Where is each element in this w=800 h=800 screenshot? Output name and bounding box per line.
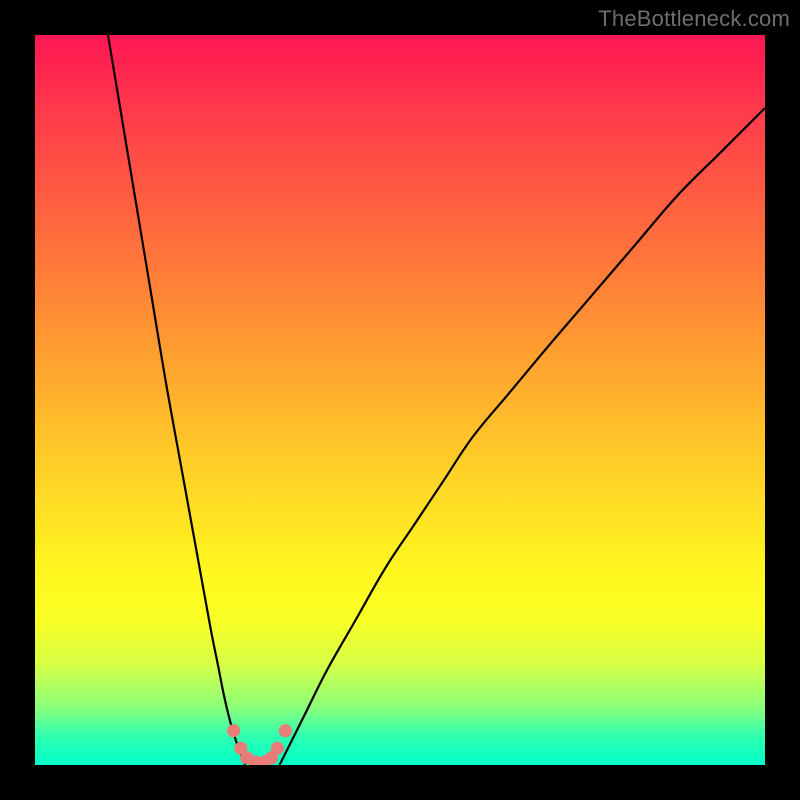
chart-frame: TheBottleneck.com bbox=[0, 0, 800, 800]
plot-area bbox=[35, 35, 765, 765]
watermark-text: TheBottleneck.com bbox=[598, 6, 790, 32]
valley-marker bbox=[279, 724, 292, 737]
valley-marker bbox=[227, 724, 240, 737]
curve-layer bbox=[35, 35, 765, 765]
left-branch-curve bbox=[108, 35, 245, 765]
right-branch-curve bbox=[280, 108, 765, 765]
valley-marker bbox=[271, 742, 284, 755]
